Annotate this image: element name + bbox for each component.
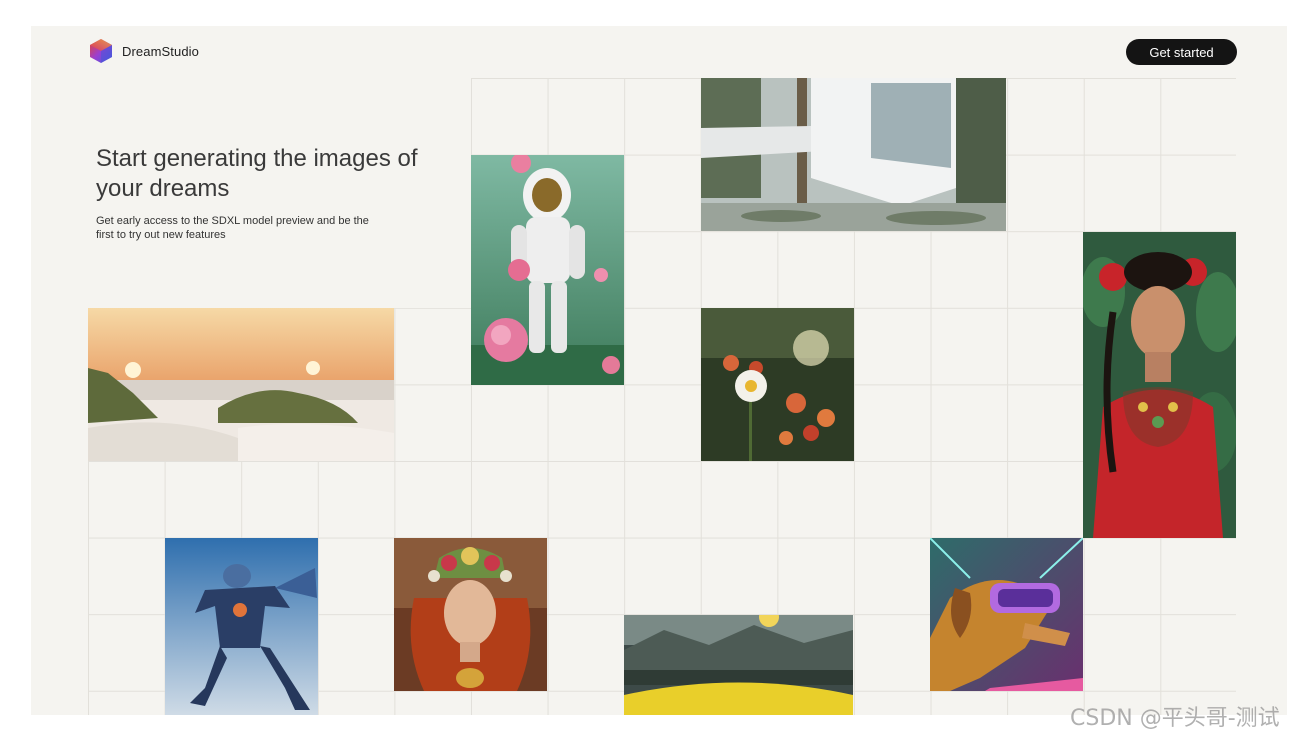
hero-title: Start generating the images of your drea… — [96, 145, 418, 202]
astronaut-roses-image — [471, 155, 624, 385]
hero-subtitle: Get early access to the SDXL model previ… — [96, 215, 369, 241]
beach-dunes-image — [88, 308, 394, 461]
site-header: DreamStudio Get started — [31, 26, 1287, 78]
daisy-flower-image — [701, 308, 854, 461]
csdn-watermark: CSDN @平头哥-测试 — [1070, 706, 1280, 731]
flower-crown-woman-image — [394, 538, 547, 691]
get-started-button[interactable]: Get started — [1126, 39, 1237, 65]
modern-house-image — [701, 78, 1006, 231]
brand-name: DreamStudio — [122, 43, 199, 59]
vr-dog-image — [930, 538, 1083, 691]
landing-page: DreamStudio Get started Start generating… — [31, 26, 1287, 715]
robot-warrior-image — [165, 538, 318, 715]
frida-portrait-image — [1083, 232, 1236, 538]
brand-logo[interactable]: DreamStudio — [88, 38, 199, 64]
yellow-field-landscape-image — [624, 615, 853, 715]
hexagon-gradient-logo-icon — [90, 39, 112, 63]
hero-section: Start generating the images of your drea… — [88, 78, 471, 308]
